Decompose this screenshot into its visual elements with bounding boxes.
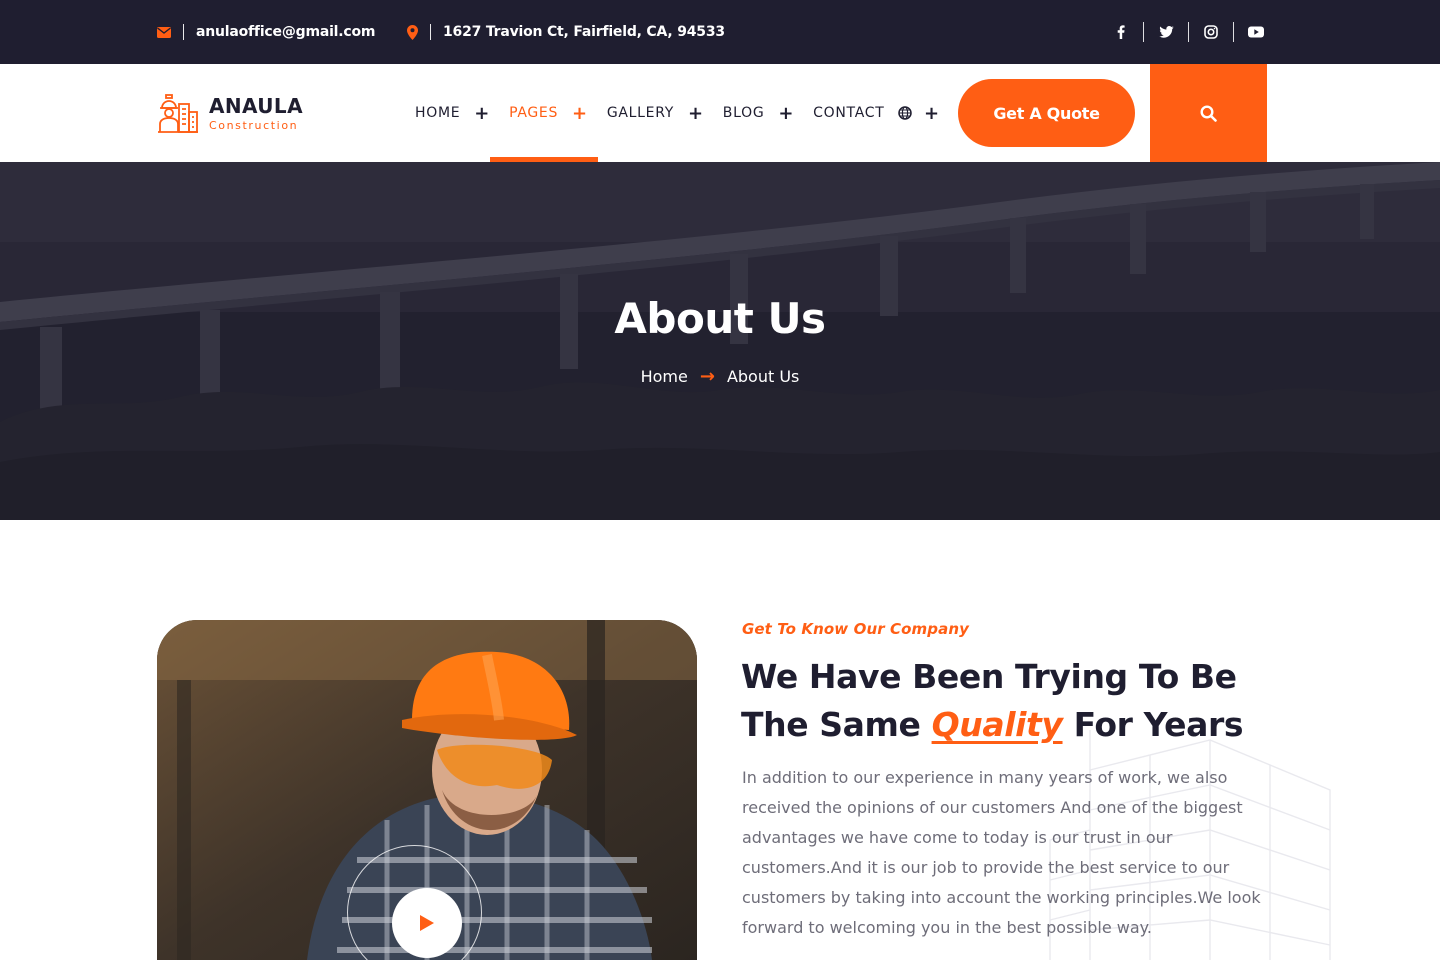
- about-paragraph: In addition to our experience in many ye…: [742, 768, 1261, 937]
- nav-item-contact[interactable]: CONTACT: [813, 64, 884, 162]
- top-bar: anulaoffice@gmail.com 1627 Travion Ct, F…: [0, 0, 1440, 64]
- plus-icon: +: [572, 102, 588, 124]
- search-button[interactable]: [1150, 64, 1267, 162]
- nav-item-blog[interactable]: BLOG +: [723, 64, 794, 162]
- nav-label: CONTACT: [813, 105, 885, 121]
- nav-item-pages[interactable]: PAGES +: [490, 64, 598, 162]
- envelope-icon: [157, 26, 171, 38]
- play-icon: [420, 915, 434, 931]
- nav-label: BLOG: [722, 105, 765, 121]
- breadcrumb-current: About Us: [726, 367, 800, 386]
- map-marker-icon: [407, 24, 418, 40]
- nav-item-home[interactable]: HOME +: [415, 64, 490, 162]
- heading-prefix: The Same: [741, 705, 932, 744]
- heading-suffix: For Years: [1062, 705, 1244, 744]
- divider: [1143, 22, 1144, 42]
- instagram-icon[interactable]: [1200, 21, 1222, 43]
- main-header: ANAULA Construction HOME + PAGES + GALLE…: [0, 64, 1440, 162]
- logo-icon: [158, 94, 198, 133]
- nav-item-gallery[interactable]: GALLERY +: [607, 64, 704, 162]
- breadcrumb: Home → About Us: [0, 366, 1440, 387]
- heading-line-1: We Have Been Trying To Be: [741, 657, 1237, 696]
- plus-icon: +: [778, 102, 795, 124]
- divider: [1188, 22, 1189, 42]
- divider: [430, 24, 431, 40]
- nav-label: PAGES: [509, 105, 559, 121]
- facebook-icon[interactable]: [1110, 21, 1132, 43]
- language-selector[interactable]: +: [898, 64, 939, 162]
- play-video-button[interactable]: [392, 888, 462, 958]
- about-image: [157, 620, 697, 960]
- logo-tagline: Construction: [209, 118, 299, 132]
- logo[interactable]: ANAULA Construction: [157, 92, 303, 134]
- main-nav: HOME + PAGES + GALLERY + BLOG + CONTACT: [415, 64, 903, 162]
- section-heading: We Have Been Trying To Be The Same Quali…: [741, 653, 1281, 749]
- globe-icon: [898, 106, 912, 120]
- heading-highlight: Quality: [931, 705, 1063, 744]
- search-icon: [1200, 104, 1217, 122]
- topbar-address: 1627 Travion Ct, Fairfield, CA, 94533: [407, 0, 725, 64]
- divider: [1233, 22, 1234, 42]
- plus-icon: +: [924, 102, 940, 124]
- arrow-right-icon: →: [699, 366, 715, 387]
- social-links: [1110, 0, 1267, 64]
- email-text[interactable]: anulaoffice@gmail.com: [196, 24, 376, 40]
- plus-icon: +: [688, 102, 704, 124]
- plus-icon: +: [474, 102, 491, 124]
- nav-label: HOME: [415, 105, 461, 121]
- youtube-icon[interactable]: [1245, 21, 1267, 43]
- section-kicker: Get To Know Our Company: [742, 620, 969, 638]
- logo-name: ANAULA: [209, 93, 303, 118]
- divider: [183, 24, 184, 40]
- page-banner: About Us Home → About Us: [0, 162, 1440, 520]
- topbar-email[interactable]: anulaoffice@gmail.com: [157, 0, 376, 64]
- breadcrumb-home-link[interactable]: Home: [641, 367, 688, 386]
- nav-label: GALLERY: [606, 105, 674, 121]
- twitter-icon[interactable]: [1155, 21, 1177, 43]
- page-title: About Us: [614, 294, 826, 343]
- address-text: 1627 Travion Ct, Fairfield, CA, 94533: [443, 24, 725, 40]
- get-a-quote-button[interactable]: Get A Quote: [958, 79, 1135, 147]
